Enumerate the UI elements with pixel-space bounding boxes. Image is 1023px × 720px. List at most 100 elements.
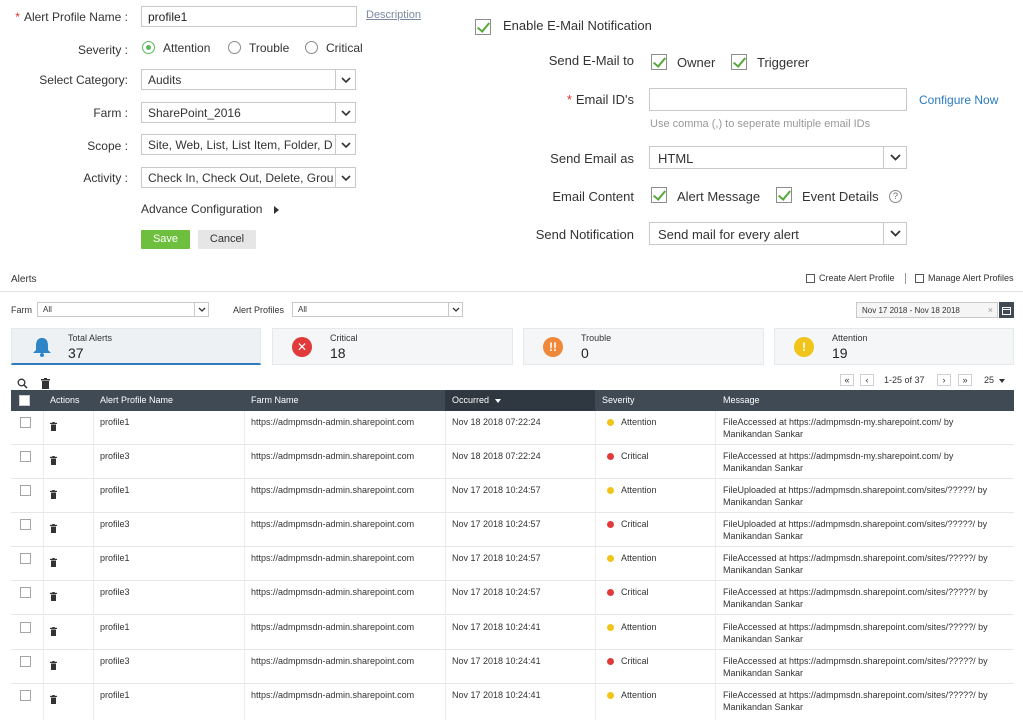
manage-alert-profiles-link[interactable]: Manage Alert Profiles [915, 273, 1014, 284]
table-row[interactable]: profile3 https://admpmsdn-admin.sharepoi… [11, 445, 1014, 479]
email-ids-input[interactable] [649, 88, 907, 111]
send-notification-select[interactable]: Send mail for every alert [649, 222, 907, 245]
alert-profiles-filter-label: Alert Profiles [233, 305, 285, 315]
critical-dot-icon [607, 658, 614, 665]
row-profile-name: profile3 [100, 656, 130, 666]
severity-attention-label: Attention [163, 41, 211, 55]
page-size-select[interactable]: 25 [984, 375, 1005, 385]
severity-critical-label: Critical [326, 41, 363, 55]
select-all-checkbox[interactable] [19, 395, 30, 406]
enable-email-notification-checkbox[interactable] [475, 19, 491, 35]
configure-now-link[interactable]: Configure Now [919, 93, 998, 107]
prev-page-button[interactable]: ‹ [860, 374, 874, 386]
owner-checkbox[interactable] [651, 54, 667, 70]
row-profile-name: profile1 [100, 690, 130, 700]
attention-dot-icon [607, 692, 614, 699]
delete-icon[interactable] [50, 418, 57, 436]
send-email-as-select[interactable]: HTML [649, 146, 907, 169]
column-farm-name[interactable]: Farm Name [251, 390, 299, 411]
row-severity: Attention [621, 690, 657, 700]
column-alert-profile-name[interactable]: Alert Profile Name [100, 390, 173, 411]
alert-message-checkbox[interactable] [651, 187, 667, 203]
table-row[interactable]: profile1 https://admpmsdn-admin.sharepoi… [11, 411, 1014, 445]
delete-icon[interactable] [50, 554, 57, 572]
row-checkbox[interactable] [20, 485, 31, 496]
row-message: FileAccessed at https://admpmsdn.sharepo… [723, 586, 1008, 610]
table-row[interactable]: profile1 https://admpmsdn-admin.sharepoi… [11, 547, 1014, 581]
send-notification-label: Send Notification [535, 227, 634, 242]
delete-icon[interactable] [50, 588, 57, 606]
severity-critical-radio[interactable] [305, 41, 318, 54]
farm-filter-select[interactable]: All [37, 302, 209, 317]
critical-dot-icon [607, 453, 614, 460]
scope-select[interactable]: Site, Web, List, List Item, Folder, Doc [141, 134, 356, 155]
table-row[interactable]: profile1 https://admpmsdn-admin.sharepoi… [11, 684, 1014, 720]
row-checkbox[interactable] [20, 553, 31, 564]
delete-icon[interactable] [50, 691, 57, 709]
row-checkbox[interactable] [20, 622, 31, 633]
row-checkbox[interactable] [20, 656, 31, 667]
alert-profile-name-input[interactable]: profile1 [141, 6, 357, 27]
create-profile-icon [806, 274, 815, 284]
row-checkbox[interactable] [20, 417, 31, 428]
row-checkbox[interactable] [20, 690, 31, 701]
column-message[interactable]: Message [723, 390, 760, 411]
activity-select[interactable]: Check In, Check Out, Delete, Group C [141, 167, 356, 188]
next-page-button[interactable]: › [937, 374, 951, 386]
total-alerts-value: 37 [68, 345, 84, 361]
severity-attention-radio[interactable] [142, 41, 155, 54]
column-occurred[interactable]: Occurred [445, 390, 595, 411]
row-occurred: Nov 18 2018 07:22:24 [452, 417, 541, 427]
calendar-icon[interactable] [999, 302, 1014, 318]
row-checkbox[interactable] [20, 587, 31, 598]
row-farm-name: https://admpmsdn-admin.sharepoint.com [251, 519, 415, 529]
page-size-value: 25 [984, 375, 995, 385]
triggerer-checkbox[interactable] [731, 54, 747, 70]
category-label: Select Category: [39, 73, 128, 87]
total-alerts-card[interactable]: Total Alerts 37 [11, 328, 261, 365]
critical-label: Critical [330, 333, 358, 343]
delete-icon[interactable] [50, 452, 57, 470]
first-page-button[interactable]: « [840, 374, 854, 386]
delete-icon[interactable] [50, 486, 57, 504]
severity-trouble-radio[interactable] [228, 41, 241, 54]
row-message: FileAccessed at https://admpmsdn.sharepo… [723, 689, 1008, 713]
description-link[interactable]: Description [366, 9, 421, 21]
last-page-button[interactable]: » [958, 374, 972, 386]
critical-card[interactable]: ✕ Critical 18 [272, 328, 513, 365]
row-occurred: Nov 17 2018 10:24:41 [452, 656, 541, 666]
delete-icon[interactable] [50, 657, 57, 675]
column-severity[interactable]: Severity [602, 390, 635, 411]
date-range-input[interactable]: Nov 17 2018 - Nov 18 2018 × [856, 302, 998, 318]
delete-icon[interactable] [50, 520, 57, 538]
cancel-button[interactable]: Cancel [198, 230, 256, 249]
table-row[interactable]: profile3 https://admpmsdn-admin.sharepoi… [11, 513, 1014, 547]
scope-select-value: Site, Web, List, List Item, Folder, Doc [148, 138, 333, 152]
table-row[interactable]: profile1 https://admpmsdn-admin.sharepoi… [11, 616, 1014, 650]
row-message-line2: Manikandan Sankar [723, 599, 804, 609]
table-row[interactable]: profile3 https://admpmsdn-admin.sharepoi… [11, 581, 1014, 615]
save-button[interactable]: Save [141, 230, 190, 249]
event-details-checkbox[interactable] [776, 187, 792, 203]
row-message-line2: Manikandan Sankar [723, 497, 804, 507]
row-farm-name: https://admpmsdn-admin.sharepoint.com [251, 622, 415, 632]
row-checkbox[interactable] [20, 519, 31, 530]
clear-icon[interactable]: × [988, 305, 993, 315]
email-ids-label-text: Email ID's [575, 92, 634, 107]
table-row[interactable]: profile3 https://admpmsdn-admin.sharepoi… [11, 650, 1014, 684]
create-alert-profile-link[interactable]: Create Alert Profile [806, 273, 895, 284]
event-details-label: Event Details [802, 189, 879, 204]
table-row[interactable]: profile1 https://admpmsdn-admin.sharepoi… [11, 479, 1014, 513]
farm-select[interactable]: SharePoint_2016 [141, 102, 356, 123]
advance-configuration-toggle[interactable]: Advance Configuration [141, 202, 279, 216]
row-message: FileAccessed at https://admpmsdn.sharepo… [723, 552, 1008, 576]
category-select[interactable]: Audits [141, 69, 356, 90]
help-icon[interactable]: ? [889, 190, 902, 203]
row-checkbox[interactable] [20, 451, 31, 462]
row-farm-name: https://admpmsdn-admin.sharepoint.com [251, 690, 415, 700]
attention-card[interactable]: ! Attention 19 [774, 328, 1014, 365]
row-occurred: Nov 17 2018 10:24:57 [452, 553, 541, 563]
alert-profiles-filter-select[interactable]: All [292, 302, 463, 317]
trouble-card[interactable]: !! Trouble 0 [523, 328, 764, 365]
delete-icon[interactable] [50, 623, 57, 641]
